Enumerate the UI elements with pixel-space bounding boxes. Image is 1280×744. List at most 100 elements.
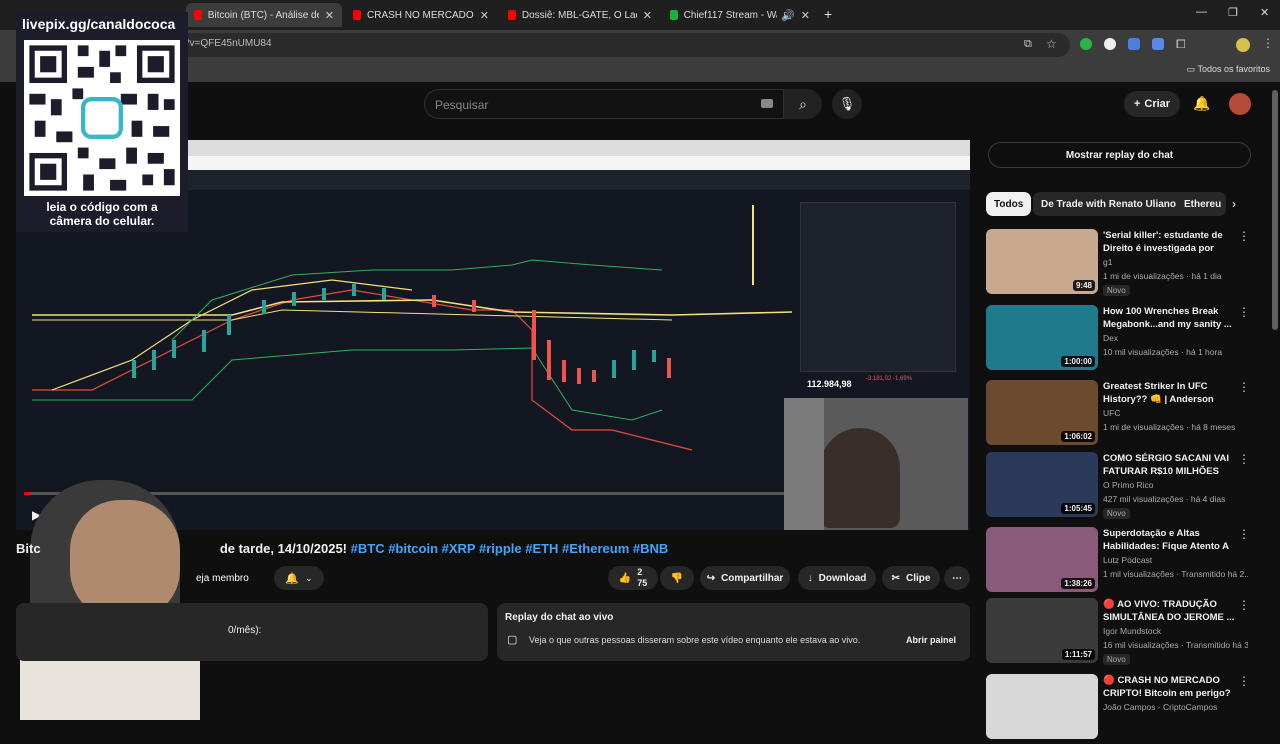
video-thumbnail[interactable]: 1:06:02 [986,380,1098,445]
clip-label: Clipe [905,572,931,584]
video-thumbnail[interactable]: 1:00:00 [986,305,1098,370]
more-actions-button[interactable]: ⋯ [944,566,970,590]
search-input[interactable]: Pesquisar [424,89,784,119]
keyboard-icon[interactable] [761,99,773,108]
more-vert-icon[interactable]: ⋮ [1238,305,1250,319]
video-thumbnail[interactable]: 9:48 [986,229,1098,294]
more-vert-icon[interactable]: ⋮ [1238,674,1250,688]
video-thumbnail[interactable]: 1:38:26 [986,527,1098,592]
browser-tab-bar: Bitcoin (BTC) - Análise de fim de ✕ CRAS… [0,0,1280,30]
recommended-video[interactable]: 1:38:26 Superdotação e Altas Habilidades:… [986,527,1252,597]
chip-all[interactable]: Todos [986,192,1032,216]
video-thumbnail[interactable] [986,674,1098,739]
plus-icon[interactable]: + [824,6,832,22]
recommended-video[interactable]: 1:11:57 🔴 AO VIVO: TRADUÇÃO SIMULTÂNEA DO… [986,598,1252,668]
more-vert-icon[interactable]: ⋮ [1238,598,1250,612]
close-icon[interactable]: ✕ [325,9,334,22]
rec-channel[interactable]: O Primo Rico [1103,480,1243,490]
tab-dossie[interactable]: Dossiê: MBL-GATE, O Lado Obs ✕ [500,3,660,27]
title-mid: de tarde, 14/10/2025! [219,541,348,556]
chip-ethereum[interactable]: Ethereu [1176,192,1226,216]
minimize-icon[interactable]: — [1196,6,1207,18]
all-bookmarks[interactable]: ▭ Todos os favoritos [1187,64,1270,75]
download-label: Download [818,572,867,584]
qr-url: livepix.gg/canaldococa [22,16,176,32]
duration-badge: 1:11:57 [1061,649,1095,660]
puzzle-icon[interactable]: ⧠ [1176,37,1186,52]
rec-meta: 10 mil visualizações · há 1 hora [1103,347,1223,357]
close-window-icon[interactable]: ✕ [1260,6,1269,19]
tab-chief117[interactable]: Chief117 Stream - Watch Li 🔊 ✕ [662,3,818,27]
recommended-video[interactable]: 1:00:00 How 100 Wrenches Break Megabonk..… [986,305,1252,375]
rec-title[interactable]: How 100 Wrenches Break Megabonk...and my… [1103,305,1238,331]
dislike-button[interactable]: 👎 [660,566,694,590]
video-thumbnail[interactable]: 1:11:57 [986,598,1098,663]
rec-channel[interactable]: Dex [1103,333,1243,343]
subscription-bell-button[interactable]: 🔔 ⌄ [274,566,324,590]
recommended-video[interactable]: 9:48 'Serial killer': estudante de Direit… [986,229,1252,299]
extension-icon[interactable] [1080,38,1092,50]
notifications-bell-icon[interactable]: 🔔 [1193,95,1210,112]
video-thumbnail[interactable]: 1:05:45 [986,452,1098,517]
tab-title: Chief117 Stream - Watch Li [683,9,777,21]
youtube-icon [353,10,361,20]
qr-caption-line1: leia o código com a [46,200,158,214]
download-button[interactable]: ↓ Download [798,566,876,590]
more-vert-icon[interactable]: ⋮ [1238,527,1250,541]
join-button[interactable]: eja membro [196,567,266,589]
create-button[interactable]: + Criar [1124,91,1180,117]
scrollbar[interactable] [1272,90,1278,330]
clip-button[interactable]: ✂ Clipe [882,566,940,590]
tab-bitcoin[interactable]: Bitcoin (BTC) - Análise de fim de ✕ [186,3,342,27]
translate-icon[interactable] [1152,38,1164,50]
extension-icon[interactable] [1128,38,1140,50]
chat-icon: ▢ [507,634,518,646]
rec-title[interactable]: 🔴 AO VIVO: TRADUÇÃO SIMULTÂNEA DO JEROME… [1103,598,1238,624]
chat-replay-text: Veja o que outras pessoas disseram sobre… [529,635,861,645]
profile-icon[interactable] [1236,38,1250,52]
description-box[interactable]: 0/mês): [16,603,488,661]
tab-crash[interactable]: CRASH NO MERCADO CRIP ✕ [345,3,497,27]
rec-meta: 1 mi de visualizações · há 1 dia [1103,271,1222,281]
install-icon[interactable]: ⧉ [1024,38,1032,51]
create-label: Criar [1144,98,1171,110]
rec-title[interactable]: 🔴 CRASH NO MERCADO CRIPTO! Bitcoin em pe… [1103,674,1238,700]
chip-channel[interactable]: De Trade with Renato Ulianov [1033,192,1190,216]
tab-title: Bitcoin (BTC) - Análise de fim de [207,9,319,21]
restore-icon[interactable]: ❐ [1228,6,1238,19]
rec-channel[interactable]: Lutz Podcast [1103,555,1243,565]
more-vert-icon[interactable]: ⋮ [1238,452,1250,466]
rec-title[interactable]: COMO SÉRGIO SACANI VAI FATURAR R$10 MILH… [1103,452,1238,478]
rec-title[interactable]: Superdotação e Altas Habilidades: Fique … [1103,527,1238,553]
open-panel-button[interactable]: Abrir painel [906,635,956,645]
star-icon[interactable]: ☆ [1046,37,1057,51]
rec-channel[interactable]: UFC [1103,408,1243,418]
title-tags[interactable]: #BTC #bitcoin #XRP #ripple #ETH #Ethereu… [351,541,669,556]
like-button[interactable]: 👍 2 75 [608,566,658,590]
rec-channel[interactable]: g1 [1103,257,1243,267]
close-icon[interactable]: ✕ [801,9,810,22]
extension-icon[interactable] [1104,38,1116,50]
duration-badge: 1:00:00 [1061,356,1095,367]
menu-icon[interactable]: ⋮ [1262,36,1274,50]
rec-channel[interactable]: Igor Mundstock [1103,626,1243,636]
rec-channel[interactable]: João Campos - CriptoCampos [1103,702,1243,712]
url-text: ?v=QFE45nUMU84 [184,38,272,49]
voice-search-button[interactable]: 🎙 [832,89,862,119]
recommended-video[interactable]: 1:05:45 COMO SÉRGIO SACANI VAI FATURAR R$… [986,452,1252,522]
show-chat-replay-button[interactable]: Mostrar replay do chat [988,142,1251,168]
more-vert-icon[interactable]: ⋮ [1238,380,1250,394]
share-button[interactable]: ↪ Compartilhar [700,566,790,590]
download-icon: ↓ [807,572,813,584]
recommended-video[interactable]: 1:06:02 Greatest Striker In UFC History??… [986,380,1252,450]
url-field[interactable]: ?v=QFE45nUMU84 [40,33,1070,57]
more-vert-icon[interactable]: ⋮ [1238,229,1250,243]
close-icon[interactable]: ✕ [643,9,652,22]
rec-title[interactable]: Greatest Striker In UFC History?? 👊 | An… [1103,380,1238,406]
recommended-video[interactable]: 🔴 CRASH NO MERCADO CRIPTO! Bitcoin em pe… [986,674,1252,744]
rec-title[interactable]: 'Serial killer': estudante de Direito é … [1103,229,1238,255]
close-icon[interactable]: ✕ [480,9,489,22]
chevron-right-icon[interactable]: › [1232,197,1236,211]
avatar[interactable] [1229,93,1251,115]
search-button[interactable]: ⌕ [784,89,822,119]
